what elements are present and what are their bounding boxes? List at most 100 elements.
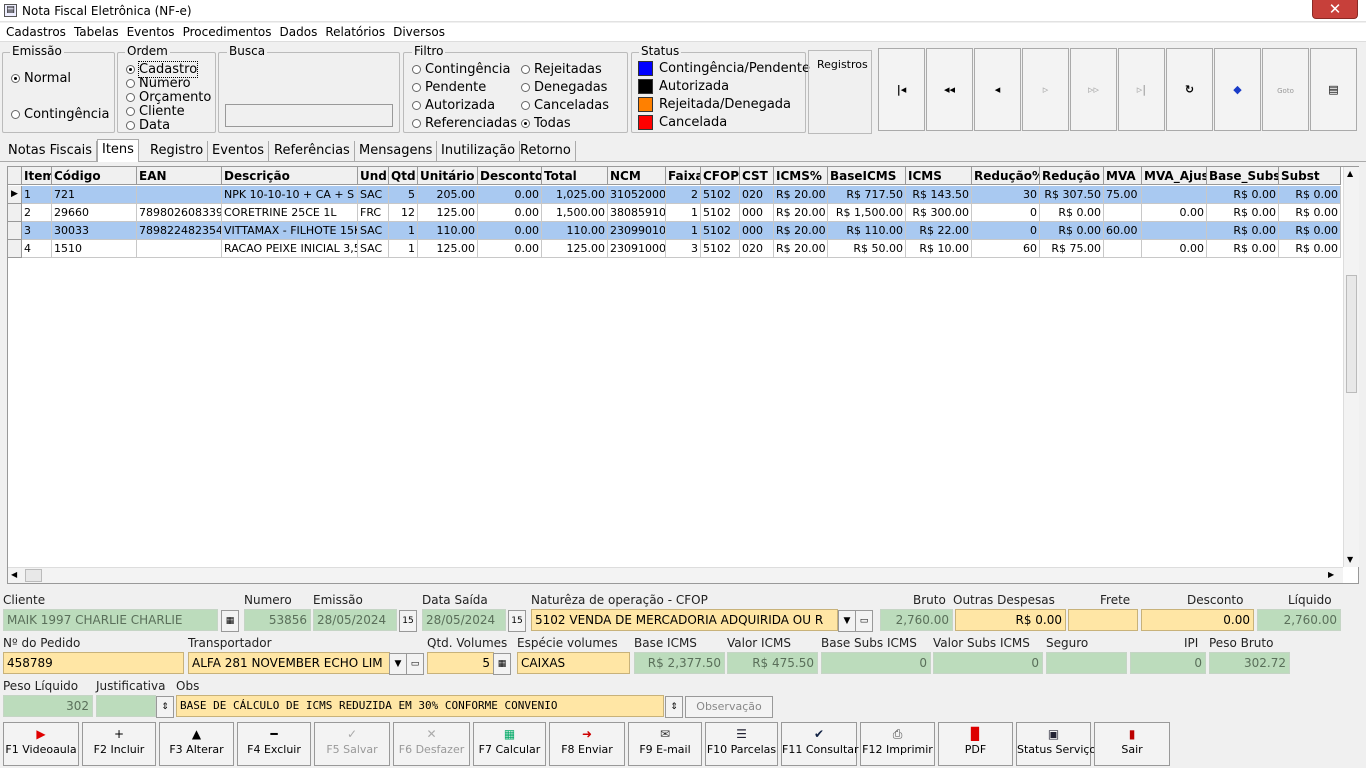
- grid-cell[interactable]: R$ 20.00: [774, 204, 828, 222]
- nav-button-3[interactable]: ▹: [1022, 48, 1069, 131]
- column-header-7[interactable]: Desconto: [478, 167, 542, 185]
- ordem-radio-4[interactable]: Data: [126, 118, 170, 133]
- grid-cell[interactable]: 31052000: [608, 186, 666, 204]
- grid-cell[interactable]: R$ 20.00: [774, 222, 828, 240]
- menu-2[interactable]: Eventos: [123, 23, 179, 40]
- grid-cell[interactable]: 7898026083397: [137, 204, 222, 222]
- grid-cell[interactable]: 3: [22, 222, 52, 240]
- function-button-6[interactable]: ▦ F7 Calcular: [473, 722, 546, 766]
- grid-cell[interactable]: R$ 0.00: [1207, 204, 1279, 222]
- filtro-radio-right-2[interactable]: Canceladas: [521, 98, 609, 113]
- grid-cell[interactable]: R$ 307.50: [1040, 186, 1104, 204]
- busca-input[interactable]: [225, 104, 393, 127]
- grid-cell[interactable]: 721: [52, 186, 137, 204]
- grid-cell[interactable]: R$ 50.00: [828, 240, 906, 258]
- function-button-4[interactable]: ✓ F5 Salvar: [314, 722, 390, 766]
- table-row[interactable]: 3 30033 7898224823542 VITTAMAX - FILHOTE 15…: [8, 222, 1341, 240]
- grid-cell[interactable]: 110.00: [542, 222, 608, 240]
- grid-cell[interactable]: [1104, 204, 1142, 222]
- grid-cell[interactable]: 23099010: [608, 222, 666, 240]
- cliente-lookup-button[interactable]: ▦: [221, 610, 239, 632]
- filtro-radio-right-0[interactable]: Rejeitadas: [521, 62, 602, 77]
- tab-2[interactable]: Registro: [146, 141, 209, 161]
- column-header-0[interactable]: Item: [22, 167, 52, 185]
- grid-cell[interactable]: R$ 0.00: [1207, 240, 1279, 258]
- grid-cell[interactable]: 000: [740, 222, 774, 240]
- hscroll-thumb[interactable]: [25, 569, 42, 582]
- grid-cell[interactable]: 23091000: [608, 240, 666, 258]
- grid-cell[interactable]: 75.00: [1104, 186, 1142, 204]
- grid-cell[interactable]: R$ 0.00: [1279, 240, 1341, 258]
- column-header-14[interactable]: BaseICMS: [828, 167, 906, 185]
- ordem-radio-1[interactable]: Numero: [126, 76, 191, 91]
- nav-button-6[interactable]: ↻: [1166, 48, 1213, 131]
- tab-7[interactable]: Retorno: [516, 141, 576, 161]
- close-button[interactable]: ✕: [1312, 0, 1358, 19]
- nav-button-4[interactable]: ▹▹: [1070, 48, 1117, 131]
- tab-0[interactable]: Notas Fiscais: [4, 141, 98, 161]
- grid-cell[interactable]: 0.00: [1142, 204, 1207, 222]
- column-header-19[interactable]: MVA_Ajust: [1142, 167, 1207, 185]
- grid-cell[interactable]: [1142, 222, 1207, 240]
- scroll-up-icon[interactable]: ▲: [1347, 169, 1353, 178]
- column-header-2[interactable]: EAN: [137, 167, 222, 185]
- grid-cell[interactable]: 60.00: [1104, 222, 1142, 240]
- grid-cell[interactable]: 1: [666, 204, 701, 222]
- grid-cell[interactable]: [137, 186, 222, 204]
- grid-cell[interactable]: VITTAMAX - FILHOTE 15KG: [222, 222, 358, 240]
- filtro-radio-left-3[interactable]: Referenciadas: [412, 116, 517, 131]
- function-button-2[interactable]: ▲ F3 Alterar: [159, 722, 234, 766]
- data-saida-calendar-icon[interactable]: 15: [508, 610, 526, 632]
- grid-cell[interactable]: 125.00: [542, 240, 608, 258]
- column-header-16[interactable]: Redução%: [972, 167, 1040, 185]
- grid-cell[interactable]: 1,025.00: [542, 186, 608, 204]
- column-header-11[interactable]: CFOP: [701, 167, 740, 185]
- emissao-date-field[interactable]: 28/05/2024: [313, 609, 397, 631]
- column-header-17[interactable]: Redução: [1040, 167, 1104, 185]
- grid-cell[interactable]: SAC: [358, 240, 389, 258]
- column-header-5[interactable]: Qtd: [389, 167, 418, 185]
- grid-cell[interactable]: 020: [740, 240, 774, 258]
- grid-cell[interactable]: 000: [740, 204, 774, 222]
- grid-cell[interactable]: 30: [972, 186, 1040, 204]
- filtro-radio-right-1[interactable]: Denegadas: [521, 80, 607, 95]
- grid-cell[interactable]: R$ 110.00: [828, 222, 906, 240]
- grid-cell[interactable]: 2: [22, 204, 52, 222]
- grid-cell[interactable]: SAC: [358, 186, 389, 204]
- ordem-radio-2[interactable]: Orçamento: [126, 90, 211, 105]
- tab-5[interactable]: Mensagens: [355, 141, 438, 161]
- grid-cell[interactable]: 125.00: [418, 240, 478, 258]
- column-header-21[interactable]: Subst: [1279, 167, 1341, 185]
- frete-field[interactable]: [1068, 609, 1138, 631]
- grid-cell[interactable]: 12: [389, 204, 418, 222]
- grid-cell[interactable]: 5102: [701, 240, 740, 258]
- tab-3[interactable]: Eventos: [208, 141, 269, 161]
- justificativa-spin-icon[interactable]: ⇕: [156, 696, 174, 718]
- observacao-button[interactable]: Observação: [685, 696, 773, 718]
- transportador-select[interactable]: ALFA 281 NOVEMBER ECHO LIM: [188, 652, 390, 674]
- function-button-14[interactable]: ▮ Sair: [1094, 722, 1170, 766]
- function-button-10[interactable]: ✔ F11 Consultar: [781, 722, 859, 766]
- grid-cell[interactable]: [1142, 186, 1207, 204]
- grid-cell[interactable]: R$ 20.00: [774, 240, 828, 258]
- column-header-8[interactable]: Total: [542, 167, 608, 185]
- transportador-folder-icon[interactable]: ▭: [406, 653, 424, 675]
- grid-cell[interactable]: 60: [972, 240, 1040, 258]
- grid-cell[interactable]: 205.00: [418, 186, 478, 204]
- grid-cell[interactable]: RACAO PEIXE INICIAL 3,5M: [222, 240, 358, 258]
- column-header-20[interactable]: Base_Subst: [1207, 167, 1279, 185]
- grid-cell[interactable]: R$ 0.00: [1207, 186, 1279, 204]
- ordem-radio-3[interactable]: Cliente: [126, 104, 185, 119]
- vertical-scrollbar[interactable]: ▲ ▼: [1343, 167, 1359, 567]
- grid-cell[interactable]: 1: [666, 222, 701, 240]
- nav-button-9[interactable]: ▤: [1310, 48, 1357, 131]
- function-button-9[interactable]: ☰ F10 Parcelas: [705, 722, 778, 766]
- grid-cell[interactable]: 0: [972, 222, 1040, 240]
- grid-cell[interactable]: 5102: [701, 204, 740, 222]
- natureza-folder-icon[interactable]: ▭: [855, 610, 873, 632]
- tab-4[interactable]: Referências: [270, 141, 355, 161]
- numero-field[interactable]: 53856: [244, 609, 311, 631]
- data-saida-field[interactable]: 28/05/2024: [422, 609, 506, 631]
- table-row[interactable]: 4 1510 RACAO PEIXE INICIAL 3,5M SAC 1 125.00 0…: [8, 240, 1341, 258]
- grid-cell[interactable]: 5102: [701, 186, 740, 204]
